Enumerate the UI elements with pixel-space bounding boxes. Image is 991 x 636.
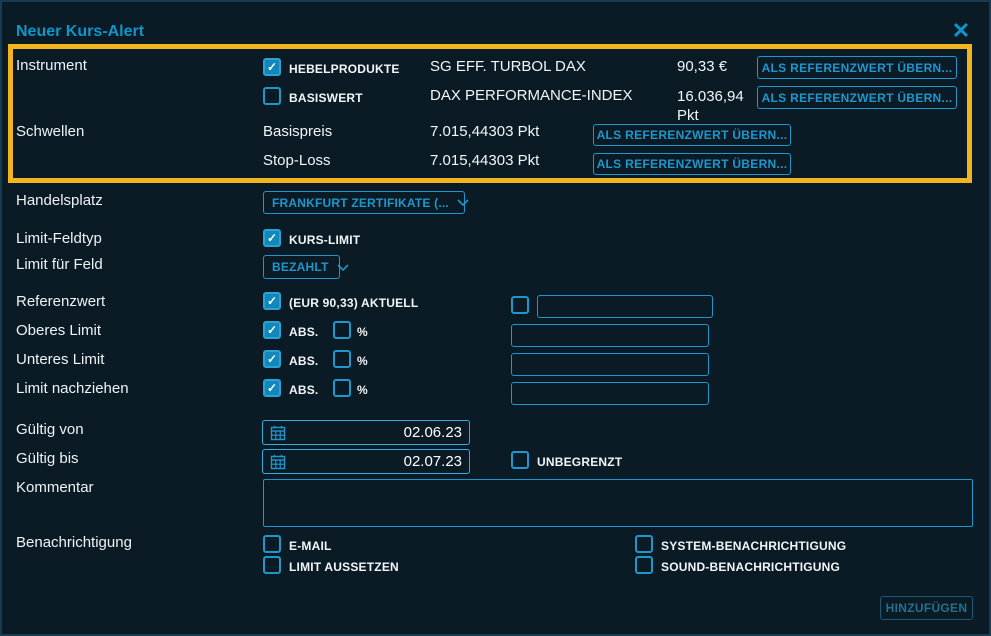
basispreis-label: Basispreis [263, 123, 332, 140]
benachrichtigung-label: Benachrichtigung [16, 534, 132, 551]
basiswert-name: DAX PERFORMANCE-INDEX [430, 87, 633, 104]
gueltig-bis-date-input[interactable]: 02.07.23 [262, 449, 470, 474]
unteres-limit-input[interactable] [511, 353, 709, 376]
limit-nachziehen-percent-checkbox[interactable] [333, 379, 351, 397]
kurs-limit-checkbox[interactable]: ✓ [263, 229, 281, 247]
check-icon: ✓ [267, 295, 277, 307]
basiswert-price: 16.036,94 Pkt [677, 87, 759, 125]
unteres-limit-label: Unteres Limit [16, 351, 104, 368]
limit-fuer-feld-select[interactable]: BEZAHLT [263, 255, 340, 279]
limit-aussetzen-checkbox-label: LIMIT AUSSETZEN [289, 560, 399, 574]
oberes-limit-abs-checkbox[interactable]: ✓ [263, 321, 281, 339]
schwellen-label: Schwellen [16, 123, 84, 140]
basispreis-value: 7.015,44303 Pkt [430, 123, 539, 140]
referenzwert-custom-checkbox[interactable] [511, 296, 529, 314]
email-checkbox[interactable] [263, 535, 281, 553]
unbegrenzt-checkbox-label: UNBEGRENZT [537, 455, 622, 469]
als-referenzwert-button-3[interactable]: ALS REFERENZWERT ÜBERN... [593, 124, 791, 146]
gueltig-von-value: 02.06.23 [404, 424, 462, 441]
hinzufuegen-button[interactable]: HINZUFÜGEN [880, 596, 973, 620]
limit-aussetzen-checkbox[interactable] [263, 556, 281, 574]
unbegrenzt-checkbox[interactable] [511, 451, 529, 469]
chevron-down-icon [337, 264, 349, 271]
handelsplatz-select[interactable]: FRANKFURT ZERTIFIKATE (... [263, 191, 465, 214]
stop-loss-value: 7.015,44303 Pkt [430, 152, 539, 169]
calendar-icon [270, 425, 286, 441]
check-icon: ✓ [267, 61, 277, 73]
kommentar-textarea[interactable] [263, 479, 973, 527]
instrument-price: 90,33 € [677, 58, 727, 75]
chevron-down-icon [457, 199, 469, 206]
email-checkbox-label: E-MAIL [289, 539, 332, 553]
check-icon: ✓ [267, 382, 277, 394]
referenzwert-label: Referenzwert [16, 293, 105, 310]
gueltig-von-label: Gültig von [16, 421, 84, 438]
dialog-title: Neuer Kurs-Alert [16, 23, 144, 41]
hebelprodukte-checkbox[interactable]: ✓ [263, 58, 281, 76]
instrument-label: Instrument [16, 57, 87, 74]
limit-feldtyp-label: Limit-Feldtyp [16, 230, 102, 247]
oberes-limit-input[interactable] [511, 324, 709, 347]
check-icon: ✓ [267, 353, 277, 365]
gueltig-bis-value: 02.07.23 [404, 453, 462, 470]
unteres-limit-abs-checkbox[interactable]: ✓ [263, 350, 281, 368]
check-icon: ✓ [267, 232, 277, 244]
limit-nachziehen-input[interactable] [511, 382, 709, 405]
als-referenzwert-button-2[interactable]: ALS REFERENZWERT ÜBERN... [757, 86, 957, 109]
limit-fuer-feld-selected-value: BEZAHLT [272, 260, 329, 274]
basiswert-checkbox-label: BASISWERT [289, 91, 363, 105]
limit-fuer-feld-label: Limit für Feld [16, 256, 103, 273]
als-referenzwert-button-1[interactable]: ALS REFERENZWERT ÜBERN... [757, 56, 957, 79]
stop-loss-label: Stop-Loss [263, 152, 331, 169]
handelsplatz-selected-value: FRANKFURT ZERTIFIKATE (... [272, 196, 449, 210]
referenzwert-aktuell-checkbox-label: (EUR 90,33) AKTUELL [289, 296, 418, 310]
unteres-limit-percent-label: % [357, 354, 368, 368]
limit-nachziehen-abs-label: ABS. [289, 383, 318, 397]
oberes-limit-label: Oberes Limit [16, 322, 101, 339]
als-referenzwert-button-4[interactable]: ALS REFERENZWERT ÜBERN... [593, 153, 791, 175]
sound-benachrichtigung-checkbox[interactable] [635, 556, 653, 574]
referenzwert-aktuell-checkbox[interactable]: ✓ [263, 292, 281, 310]
oberes-limit-percent-label: % [357, 325, 368, 339]
check-icon: ✓ [267, 324, 277, 336]
limit-nachziehen-abs-checkbox[interactable]: ✓ [263, 379, 281, 397]
limit-nachziehen-label: Limit nachziehen [16, 380, 129, 397]
kurs-limit-checkbox-label: KURS-LIMIT [289, 233, 360, 247]
handelsplatz-label: Handelsplatz [16, 192, 103, 209]
basiswert-checkbox[interactable] [263, 87, 281, 105]
oberes-limit-abs-label: ABS. [289, 325, 318, 339]
kurs-alert-dialog: Neuer Kurs-Alert ✕ Instrument ✓ HEBELPRO… [0, 0, 991, 636]
close-icon[interactable]: ✕ [948, 18, 974, 44]
referenzwert-input[interactable] [537, 295, 713, 318]
gueltig-von-date-input[interactable]: 02.06.23 [262, 420, 470, 445]
gueltig-bis-label: Gültig bis [16, 450, 79, 467]
oberes-limit-percent-checkbox[interactable] [333, 321, 351, 339]
sound-benachrichtigung-checkbox-label: SOUND-BENACHRICHTIGUNG [661, 560, 840, 574]
unteres-limit-percent-checkbox[interactable] [333, 350, 351, 368]
system-benachrichtigung-checkbox[interactable] [635, 535, 653, 553]
limit-nachziehen-percent-label: % [357, 383, 368, 397]
system-benachrichtigung-checkbox-label: SYSTEM-BENACHRICHTIGUNG [661, 539, 846, 553]
unteres-limit-abs-label: ABS. [289, 354, 318, 368]
kommentar-label: Kommentar [16, 479, 94, 496]
hebelprodukte-checkbox-label: HEBELPRODUKTE [289, 62, 400, 76]
calendar-icon [270, 454, 286, 470]
instrument-name: SG EFF. TURBOL DAX [430, 58, 586, 75]
